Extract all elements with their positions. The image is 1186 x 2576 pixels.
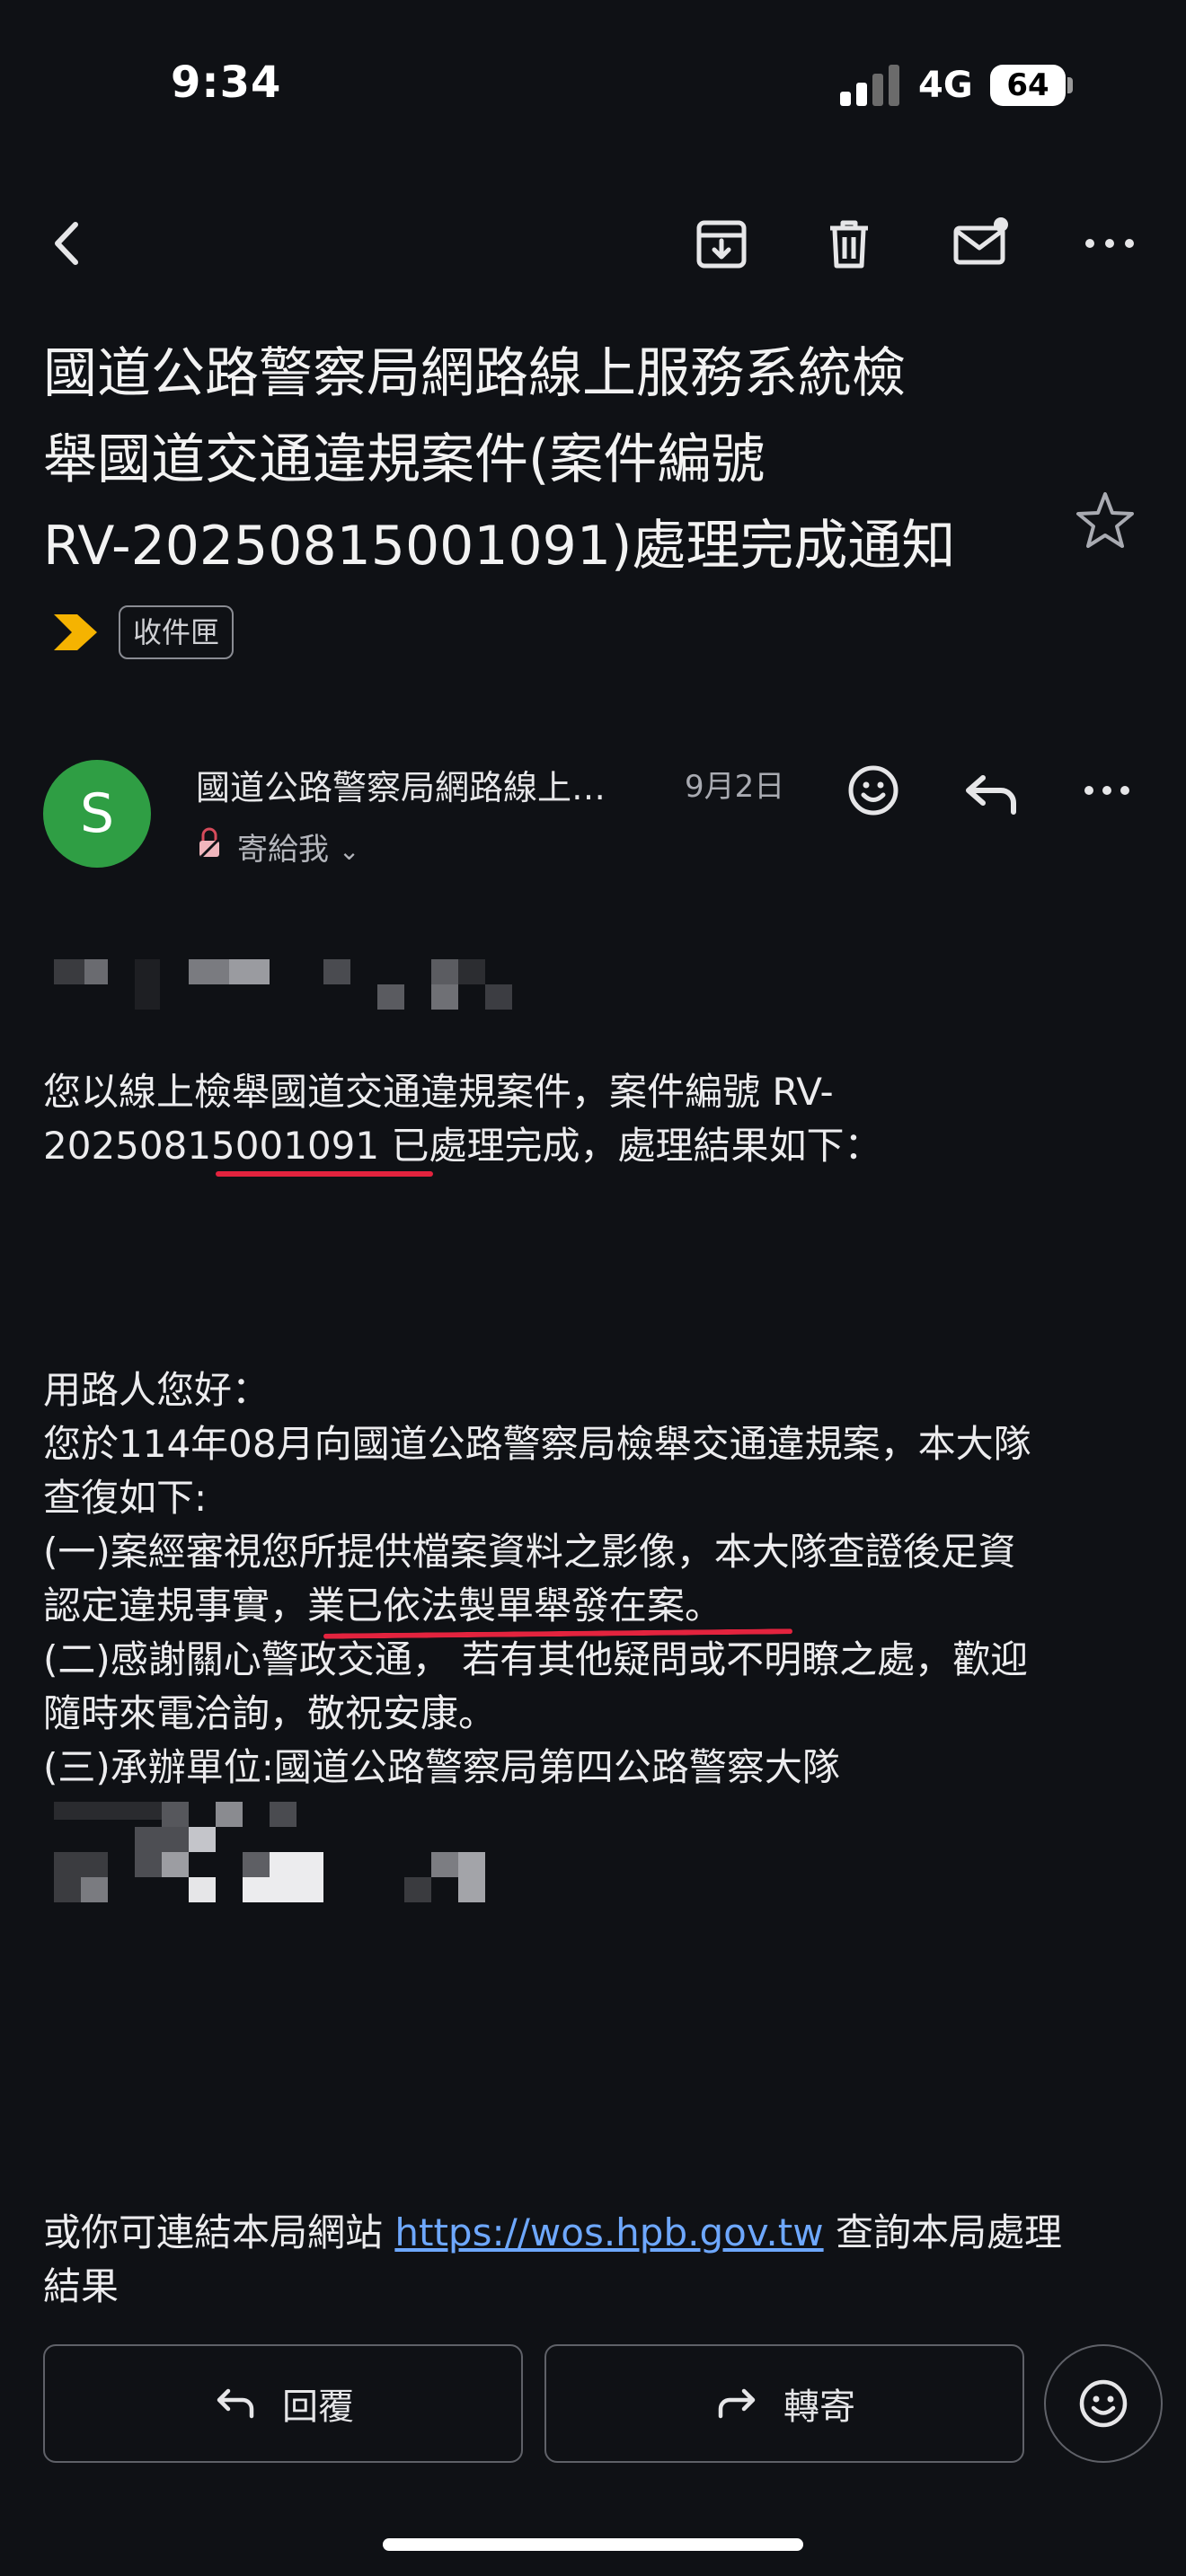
inbox-label[interactable]: 收件匣: [119, 605, 235, 659]
more-options-button[interactable]: [1078, 212, 1141, 275]
battery-level: 64: [990, 65, 1066, 106]
body-line: (二)感謝關心警政交通， 若有其他疑問或不明瞭之處，歡迎: [43, 1637, 1029, 1681]
website-link[interactable]: https://wos.hpb.gov.tw: [394, 2210, 823, 2254]
lock-icon: [199, 827, 221, 859]
recipient-label: 寄給我: [237, 832, 329, 868]
archive-icon: [696, 220, 747, 269]
subject-line: RV-20250815001091)處理完成通知: [43, 515, 956, 578]
back-button[interactable]: [36, 212, 99, 275]
reply-button[interactable]: 回覆: [43, 2344, 523, 2463]
body-line: 20250815001091 已處理完成，處理結果如下：: [43, 1124, 882, 1168]
reply-icon: [217, 2388, 254, 2419]
subject-line: 舉國道交通違規案件(案件編號: [43, 428, 766, 491]
important-label-icon: [54, 614, 97, 650]
trash-icon: [830, 220, 868, 269]
more-icon: [1085, 239, 1134, 248]
forward-icon: [718, 2388, 756, 2419]
body-line: 您以線上檢舉國道交通違規案件，案件編號 RV-: [43, 1070, 834, 1114]
annotation-underline: [216, 1171, 433, 1177]
subject-line: 國道公路警察局網路線上服務系統檢: [43, 342, 906, 405]
sender-name[interactable]: 國道公路警察局網路線上…: [196, 760, 606, 809]
back-icon: [55, 222, 78, 265]
footer-prefix: 或你可連結本局網站: [43, 2210, 395, 2254]
mark-unread-button[interactable]: [949, 212, 1012, 275]
body-line: 查復如下:: [43, 1476, 208, 1520]
emoji-reaction-icon[interactable]: [845, 762, 902, 819]
network-type: 4G: [918, 65, 973, 106]
email-subject: 國道公路警察局網路線上服務系統檢 舉國道交通違規案件(案件編號 RV-20250…: [43, 331, 1040, 589]
body-line: 隨時來電洽詢，敬祝安康。: [43, 1691, 497, 1735]
emoji-react-button[interactable]: [1044, 2344, 1163, 2463]
status-time: 9:34: [171, 57, 282, 108]
body-line: (一)案經審視您所提供檔案資料之影像，本大隊查證後足資: [43, 1530, 1016, 1574]
reply-icon[interactable]: [960, 765, 1022, 819]
battery-tip: [1067, 77, 1073, 93]
body-line: 您於114年08月向國道公路警察局檢舉交通違規案，本大隊: [43, 1422, 1031, 1466]
emoji-icon: [1079, 2379, 1128, 2428]
forward-button[interactable]: 轉寄: [544, 2344, 1024, 2463]
chevron-down-icon: ⌄: [338, 836, 360, 866]
footer-line: 或你可連結本局網站 https://wos.hpb.gov.tw 查詢本局處理: [43, 2206, 1139, 2260]
footer-suffix: 查詢本局處理: [823, 2210, 1062, 2254]
home-indicator[interactable]: [383, 2538, 803, 2551]
delete-button[interactable]: [818, 212, 881, 275]
forward-label: 轉寄: [783, 2386, 855, 2428]
recipient-toggle[interactable]: 寄給我 ⌄: [237, 825, 359, 869]
body-line: 用路人您好：: [43, 1368, 270, 1412]
footer-line: 結果: [43, 2264, 119, 2308]
result-paragraph: 用路人您好： 您於114年08月向國道公路警察局檢舉交通違規案，本大隊 查復如下…: [43, 1363, 1139, 1795]
reply-label: 回覆: [282, 2386, 354, 2428]
footer-paragraph: 或你可連結本局網站 https://wos.hpb.gov.tw 查詢本局處理 …: [43, 2206, 1139, 2314]
star-icon[interactable]: [1069, 485, 1141, 557]
intro-paragraph: 您以線上檢舉國道交通違規案件，案件編號 RV- 20250815001091 已…: [43, 1065, 1139, 1173]
mail-unread-icon: [953, 217, 1008, 265]
body-line: (三)承辦單位:國道公路警察局第四公路警察大隊: [43, 1745, 840, 1789]
message-more-icon[interactable]: [1080, 772, 1134, 808]
signal-icon: [840, 65, 899, 106]
email-date: 9月2日: [685, 769, 785, 805]
body-line: 認定違規事實，業已依法製單舉發在案。: [43, 1584, 723, 1628]
avatar[interactable]: S: [43, 760, 151, 868]
archive-button[interactable]: [690, 212, 753, 275]
